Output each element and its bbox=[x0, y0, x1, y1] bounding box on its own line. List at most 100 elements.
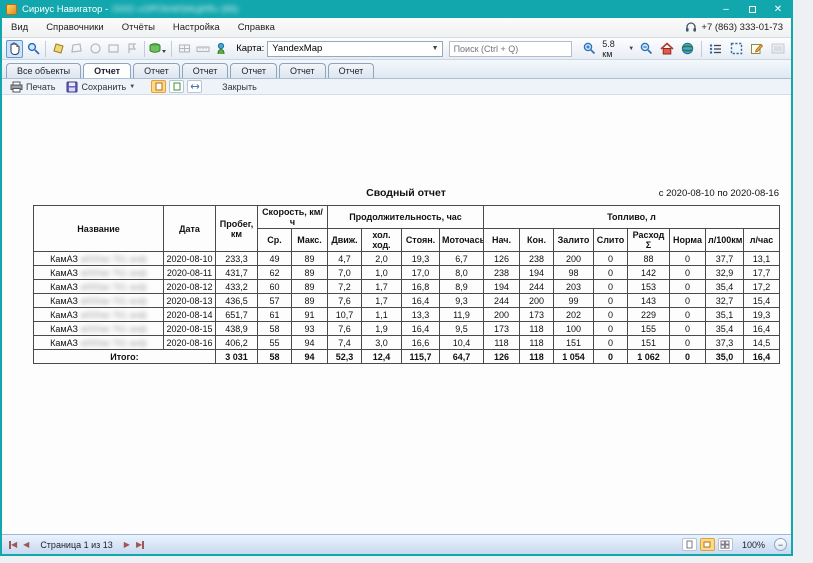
chevron-down-icon: ▼ bbox=[432, 45, 439, 52]
value-cell: 58 bbox=[258, 322, 292, 336]
print-label: Печать bbox=[26, 82, 55, 92]
menu-item[interactable]: Настройка bbox=[164, 18, 229, 37]
maximize-button[interactable] bbox=[739, 0, 765, 18]
map-select[interactable]: YandexMap ▼ bbox=[267, 41, 442, 57]
zoom-select-button[interactable] bbox=[25, 40, 41, 58]
menu-item[interactable]: Отчёты bbox=[113, 18, 164, 37]
table-row: КамАЗ а000ак 761 анф2020-08-15438,958937… bbox=[34, 322, 780, 336]
col-fuel-consumed: Расход Σ bbox=[628, 229, 670, 252]
value-cell: 10,7 bbox=[328, 308, 362, 322]
value-cell: 17,7 bbox=[744, 266, 780, 280]
value-cell: 238 bbox=[520, 252, 554, 266]
tab[interactable]: Отчет bbox=[182, 63, 229, 78]
col-date: Дата bbox=[164, 206, 216, 252]
screenshot-button[interactable] bbox=[768, 40, 787, 58]
total-value-cell: 16,4 bbox=[744, 350, 780, 364]
page-indicator: Страница 1 из 13 bbox=[40, 540, 112, 550]
vehicle-name-cell: КамАЗ а000ак 761 анф bbox=[34, 294, 164, 308]
printer-icon bbox=[10, 81, 23, 93]
total-value-cell: 1 062 bbox=[628, 350, 670, 364]
main-toolbar: Карта: YandexMap ▼ 5.8 км ▼ bbox=[2, 38, 791, 60]
value-cell: 433,2 bbox=[216, 280, 258, 294]
col-dur-moving: Движ. bbox=[328, 229, 362, 252]
globe-button[interactable] bbox=[679, 40, 698, 58]
value-cell: 143 bbox=[628, 294, 670, 308]
draw-rect-button[interactable] bbox=[105, 40, 121, 58]
zoom-out-button[interactable] bbox=[637, 40, 656, 58]
single-page-view-button[interactable] bbox=[682, 538, 697, 551]
prev-page-button[interactable]: ◀ bbox=[23, 540, 29, 549]
date-cell: 2020-08-16 bbox=[164, 336, 216, 350]
title-bar: Сириус Навигатор - ООО «ОРГАНИЗАЦИЯ» (65… bbox=[2, 0, 791, 18]
next-page-button[interactable]: ▶ bbox=[124, 540, 130, 549]
pan-hand-button[interactable] bbox=[6, 40, 23, 58]
home-button[interactable] bbox=[658, 40, 677, 58]
tab[interactable]: Отчет bbox=[328, 63, 375, 78]
search-input[interactable] bbox=[449, 41, 572, 57]
value-cell: 17,0 bbox=[402, 266, 440, 280]
col-speed-group: Скорость, км/ч bbox=[258, 206, 328, 229]
menu-bar: ВидСправочникиОтчётыНастройкаСправка +7 … bbox=[2, 18, 791, 38]
value-cell: 13,3 bbox=[402, 308, 440, 322]
edit-polygon-button[interactable] bbox=[50, 40, 66, 58]
map-scale-dropdown[interactable]: 5.8 км ▼ bbox=[602, 39, 634, 59]
draw-circle-button[interactable] bbox=[87, 40, 103, 58]
value-cell: 0 bbox=[594, 266, 628, 280]
close-button[interactable]: ✕ bbox=[765, 0, 791, 18]
ruler-button[interactable] bbox=[194, 40, 210, 58]
draw-polygon-button[interactable] bbox=[69, 40, 85, 58]
zoom-out-slider-button[interactable]: − bbox=[774, 538, 787, 551]
save-label: Сохранить bbox=[81, 82, 126, 92]
date-cell: 2020-08-10 bbox=[164, 252, 216, 266]
tab[interactable]: Отчет bbox=[279, 63, 326, 78]
total-value-cell: 0 bbox=[594, 350, 628, 364]
menu-item[interactable]: Справочники bbox=[37, 18, 113, 37]
value-cell: 89 bbox=[292, 280, 328, 294]
tab[interactable]: Отчет bbox=[230, 63, 277, 78]
value-cell: 118 bbox=[484, 336, 520, 350]
tab[interactable]: Все объекты bbox=[6, 63, 81, 78]
object-list-button[interactable] bbox=[706, 40, 725, 58]
zoom-in-button[interactable] bbox=[581, 40, 600, 58]
multi-page-view-button[interactable] bbox=[718, 538, 733, 551]
close-report-button[interactable]: Закрыть bbox=[218, 80, 261, 94]
tab-active[interactable]: Отчет bbox=[83, 63, 131, 78]
report-table-body: КамАЗ а000ак 761 анф2020-08-10233,349894… bbox=[34, 252, 780, 364]
floppy-icon bbox=[66, 81, 78, 93]
save-button[interactable]: Сохранить ▼ bbox=[62, 80, 139, 94]
minimize-button[interactable]: – bbox=[713, 0, 739, 18]
track-grid-button[interactable] bbox=[176, 40, 192, 58]
poi-button[interactable] bbox=[213, 40, 229, 58]
total-row: Итого:3 031589452,312,4115,764,71261181 … bbox=[34, 350, 780, 364]
edit-note-button[interactable] bbox=[748, 40, 767, 58]
print-button[interactable]: Печать bbox=[6, 80, 59, 94]
fit-page-button[interactable] bbox=[187, 80, 202, 93]
vehicle-plate-redacted: а000ак 761 анф bbox=[80, 254, 146, 264]
value-cell: 118 bbox=[520, 322, 554, 336]
table-row: КамАЗ а000ак 761 анф2020-08-10233,349894… bbox=[34, 252, 780, 266]
first-page-button[interactable]: ◀ bbox=[9, 540, 17, 549]
headset-icon bbox=[685, 22, 697, 33]
selection-area-button[interactable] bbox=[727, 40, 746, 58]
value-cell: 203 bbox=[554, 280, 594, 294]
vehicle-plate-redacted: а000ак 761 анф bbox=[80, 338, 146, 348]
menu-item[interactable]: Вид bbox=[2, 18, 37, 37]
page-layout-active-button[interactable] bbox=[151, 80, 166, 93]
last-page-button[interactable]: ▶ bbox=[136, 540, 144, 549]
layers-dropdown-button[interactable] bbox=[149, 40, 167, 58]
value-cell: 8,9 bbox=[440, 280, 484, 294]
map-scale-value: 5.8 км bbox=[602, 39, 625, 59]
value-cell: 35,4 bbox=[706, 280, 744, 294]
menu-item[interactable]: Справка bbox=[229, 18, 284, 37]
draw-route-button[interactable] bbox=[124, 40, 140, 58]
col-dur-engine: Моточасы bbox=[440, 229, 484, 252]
total-value-cell: 3 031 bbox=[216, 350, 258, 364]
page-layout-button[interactable] bbox=[169, 80, 184, 93]
col-name: Название bbox=[34, 206, 164, 252]
value-cell: 19,3 bbox=[402, 252, 440, 266]
value-cell: 16,6 bbox=[402, 336, 440, 350]
vehicle-plate-redacted: а000ак 761 анф bbox=[80, 268, 146, 278]
fit-width-view-button[interactable] bbox=[700, 538, 715, 551]
col-fuel-end: Кон. bbox=[520, 229, 554, 252]
tab[interactable]: Отчет bbox=[133, 63, 180, 78]
